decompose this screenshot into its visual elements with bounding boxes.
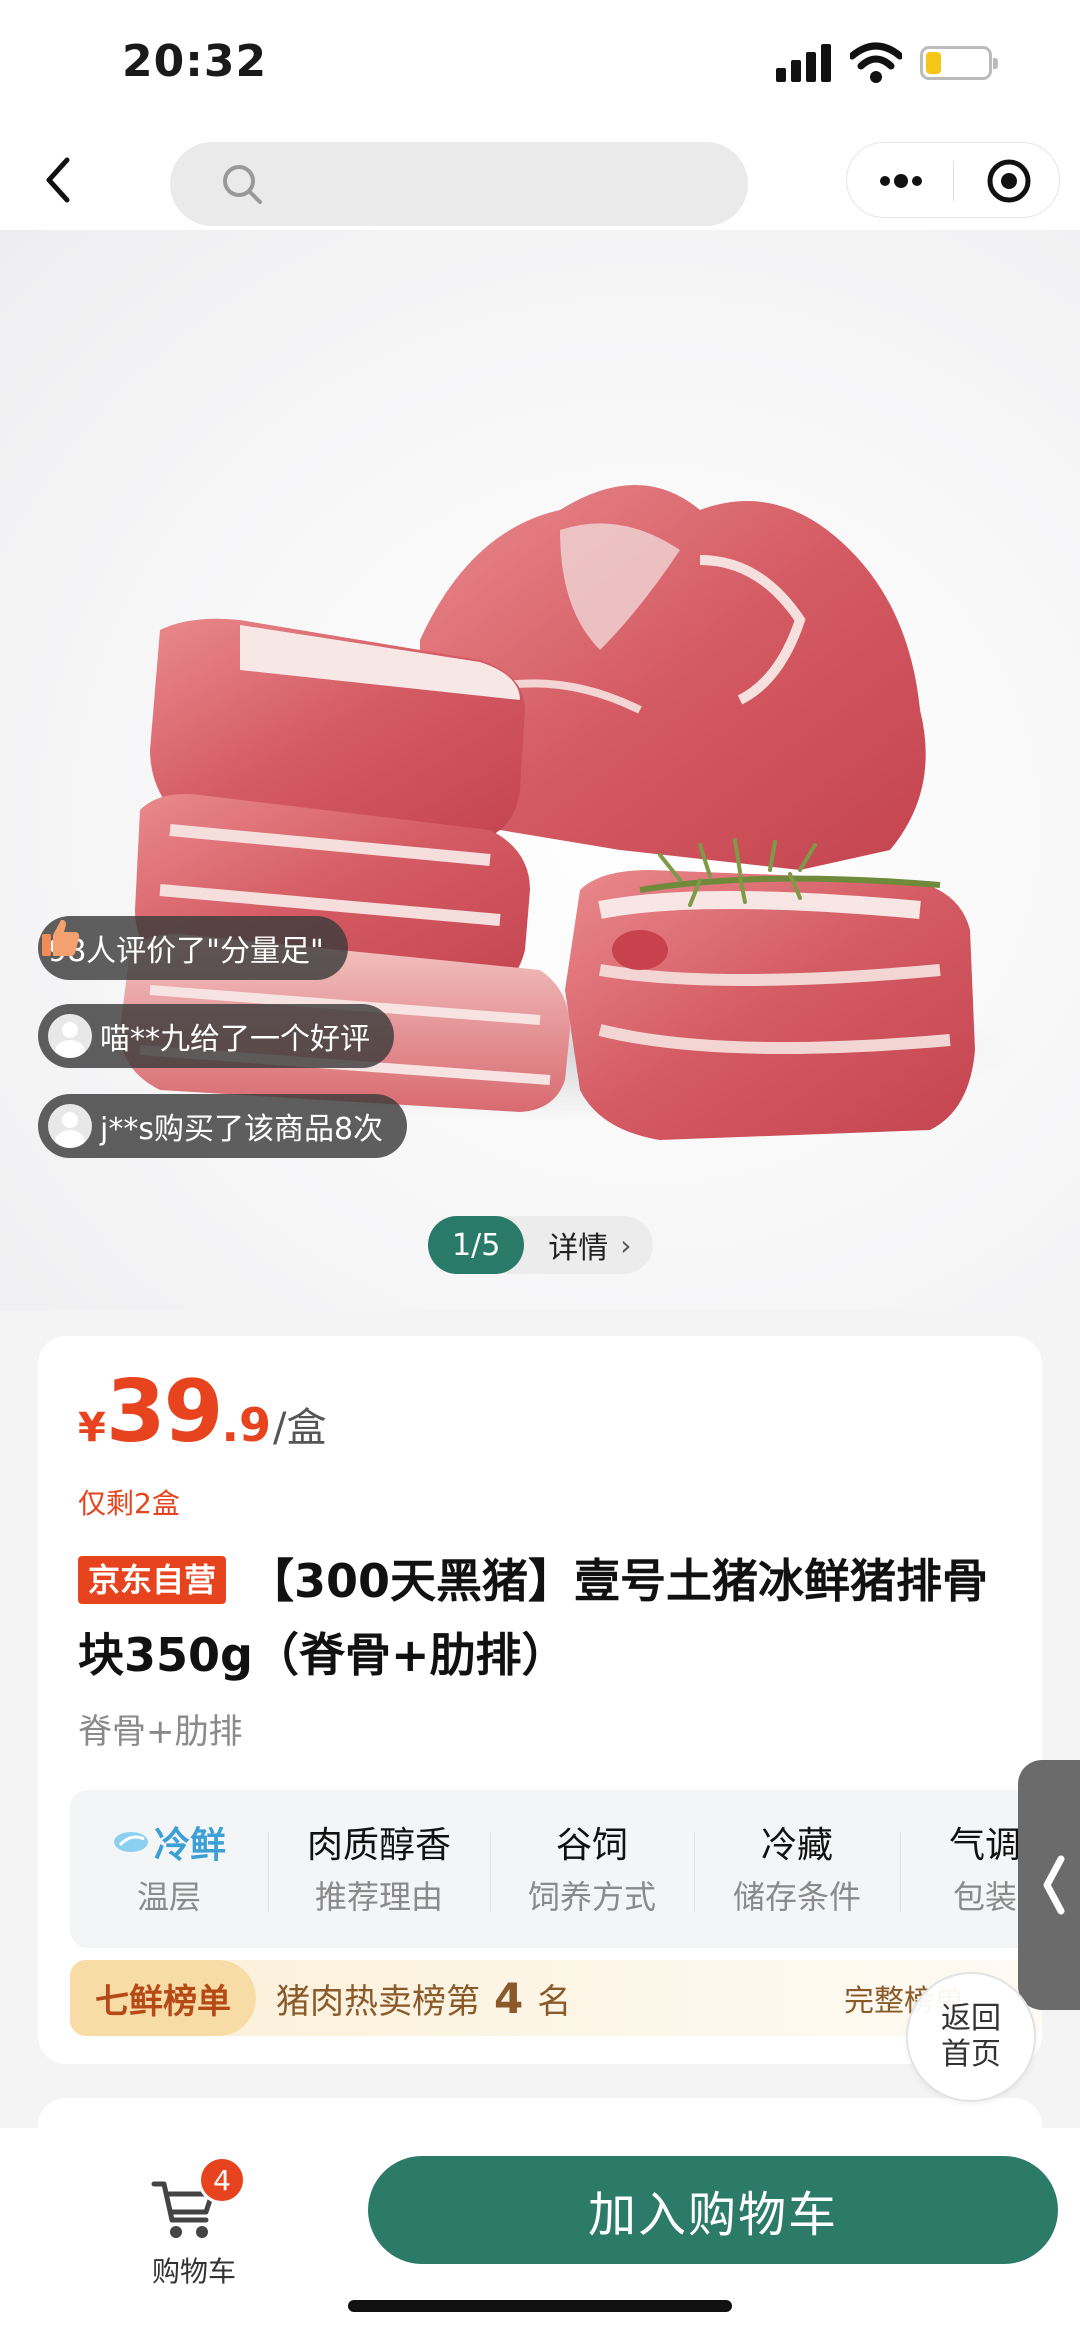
home-indicator	[348, 2300, 732, 2312]
battery-icon	[920, 46, 998, 80]
signal-icon	[776, 44, 836, 82]
detail-link[interactable]: 详情 ›	[524, 1223, 653, 1267]
back-to-home-button[interactable]: 返回 首页	[906, 1972, 1036, 2102]
cold-chain-icon	[113, 1832, 148, 1852]
cart-count-badge: 4	[198, 2156, 246, 2204]
attribute-strip[interactable]: 冷鲜 温层 肉质醇香 推荐理由 谷饲 饲养方式 冷藏 储存条件 气调 包装	[70, 1790, 1042, 1948]
attribute-item: 冷鲜 温层	[70, 1790, 268, 1948]
image-pager[interactable]: 1/5 详情 ›	[428, 1216, 654, 1274]
thumbs-up-icon	[42, 919, 80, 956]
attribute-label: 饲养方式	[527, 1878, 656, 1916]
product-subtitle: 脊骨+肋排	[78, 1712, 243, 1752]
price-unit: /盒	[273, 1405, 327, 1451]
attribute-value: 肉质醇香	[306, 1825, 451, 1866]
home-label-line1: 返回	[941, 2001, 1001, 2036]
attribute-item: 肉质醇香 推荐理由	[268, 1790, 490, 1948]
battery-level	[926, 52, 941, 74]
status-bar: 20:32	[0, 0, 1080, 130]
capsule-divider	[953, 161, 954, 201]
cart-button[interactable]: 4	[150, 2156, 246, 2244]
nav-bar	[0, 130, 1080, 230]
ranking-banner[interactable]: 七鲜榜单 猪肉热卖榜第 4 名 完整榜单	[70, 1960, 1042, 2036]
price-decimal: .9	[221, 1398, 272, 1452]
attribute-value: 冷藏	[760, 1825, 833, 1866]
stock-notice: 仅剩2盒	[78, 1487, 180, 1520]
chevron-left-icon	[1043, 1855, 1065, 1915]
more-icon[interactable]	[875, 165, 927, 197]
price-integer: 39	[105, 1362, 224, 1462]
price-currency: ¥	[78, 1405, 106, 1451]
ranking-tag: 七鲜榜单	[70, 1960, 256, 2036]
attribute-value: 冷鲜	[70, 1816, 268, 1868]
product-title: 京东自营 【300天黑猪】壹号土猪冰鲜猪排骨块350g（脊骨+肋排）	[78, 1544, 1018, 1692]
image-index: 1/5	[428, 1216, 525, 1274]
mini-program-capsule	[846, 142, 1060, 218]
review-bubble-text: 98人评价了"分量足"	[48, 934, 324, 969]
add-to-cart-button[interactable]: 加入购物车	[368, 2156, 1058, 2264]
purchase-bubble-text: j**s购买了该商品8次	[100, 1112, 384, 1147]
review-bubble: 喵**九给了一个好评	[38, 1004, 394, 1068]
cart-label: 购物车	[152, 2255, 237, 2288]
search-input[interactable]	[170, 142, 748, 226]
review-bubble-text: 喵**九给了一个好评	[100, 1022, 370, 1057]
wifi-icon	[850, 42, 902, 83]
ranking-text: 猪肉热卖榜第 4 名	[276, 1973, 572, 2023]
detail-link-label: 详情	[548, 1231, 609, 1266]
status-time: 20:32	[122, 36, 268, 87]
avatar-icon	[48, 1014, 92, 1058]
price: ¥ 39 .9 /盒	[78, 1362, 327, 1462]
search-icon	[223, 165, 262, 204]
review-bubble: 98人评价了"分量足"	[38, 916, 348, 980]
chevron-right-icon: ›	[620, 1228, 632, 1262]
side-collapse-tab[interactable]	[1018, 1760, 1080, 2010]
purchase-bubble: j**s购买了该商品8次	[38, 1094, 408, 1158]
attribute-item: 谷饲 饲养方式	[490, 1790, 694, 1948]
home-label-line2: 首页	[941, 2037, 1001, 2072]
back-chevron-icon	[46, 157, 70, 203]
ranking-number: 4	[494, 1973, 524, 2023]
attribute-label: 推荐理由	[314, 1878, 443, 1916]
product-info-card: ¥ 39 .9 /盒 仅剩2盒 京东自营 【300天黑猪】壹号土猪冰鲜猪排骨块35…	[38, 1336, 1042, 2064]
jd-self-operated-badge: 京东自营	[78, 1556, 227, 1604]
attribute-item: 冷藏 储存条件	[694, 1790, 900, 1948]
product-image-carousel[interactable]: 98人评价了"分量足" 喵**九给了一个好评 j**s购买了该商品8次	[0, 230, 1080, 1310]
attribute-label: 温层	[136, 1878, 201, 1916]
avatar-icon	[48, 1104, 92, 1148]
attribute-label: 储存条件	[732, 1878, 861, 1916]
back-button[interactable]	[30, 152, 86, 208]
attribute-value: 谷饲	[555, 1825, 628, 1866]
target-icon[interactable]	[985, 157, 1033, 205]
